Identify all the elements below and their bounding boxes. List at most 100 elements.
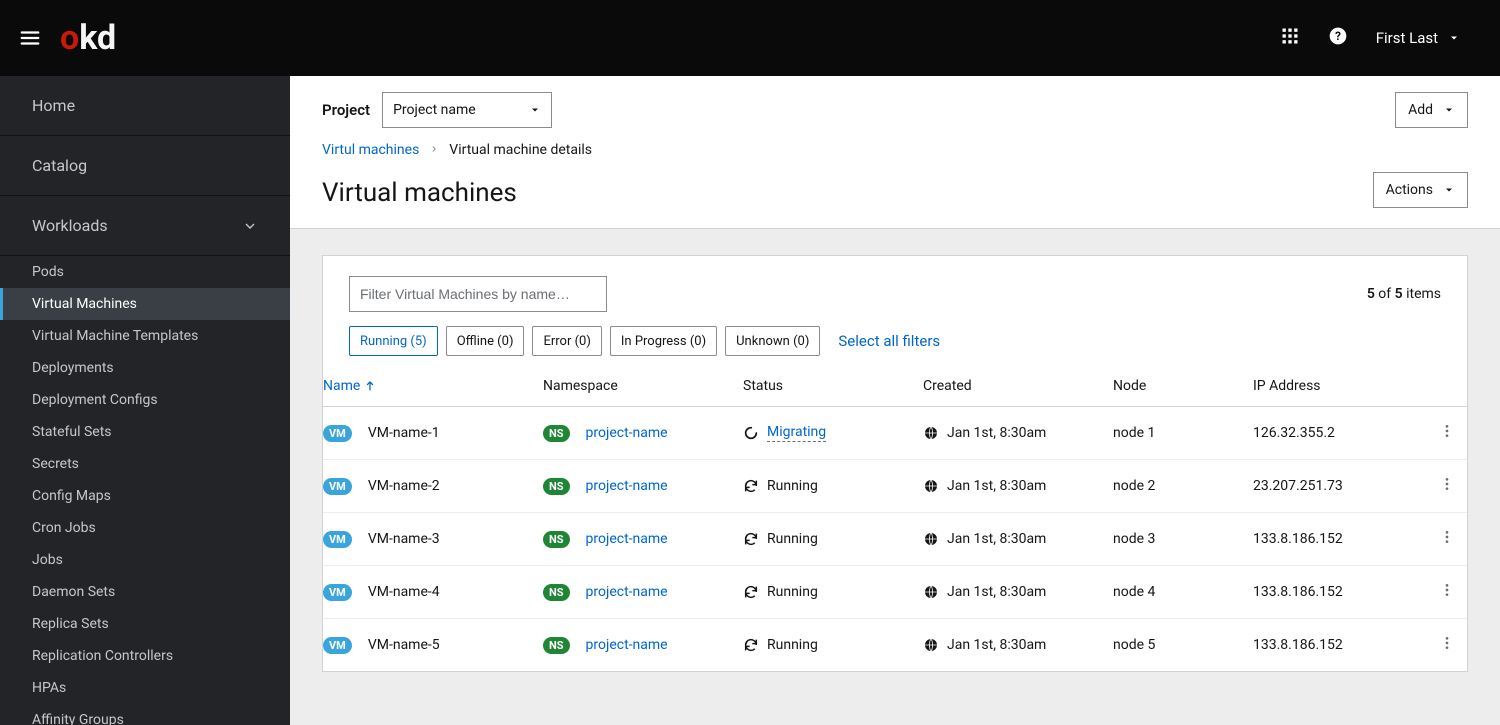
card-header: 5 of 5 items Running (5)Offline (0)Error… [323,256,1467,368]
globe-icon [923,425,939,441]
kebab-icon [1439,476,1455,492]
kebab-icon [1439,529,1455,545]
created-text: Jan 1st, 8:30am [947,637,1046,653]
page-title: Virtual machines [322,178,517,208]
count-current: 5 [1367,286,1375,302]
header-row-1: Project Project name Add [322,92,1468,128]
sidebar-item-affinity-groups[interactable]: Affinity Groups [0,704,290,725]
apps-launcher-button[interactable] [1280,26,1300,50]
sync-icon [743,531,759,547]
filter-chip[interactable]: Offline (0) [446,326,525,356]
filter-input[interactable] [349,276,607,312]
filter-chip[interactable]: Error (0) [532,326,601,356]
sidebar-section-catalog[interactable]: Catalog [0,136,290,196]
sidebar-item-pods[interactable]: Pods [0,256,290,288]
sidebar-section-workloads[interactable]: Workloads [0,196,290,256]
sync-icon [743,584,759,600]
brand-logo[interactable]: okd [60,18,116,58]
node-text: node 5 [1113,637,1155,653]
sidebar-item-hpas[interactable]: HPAs [0,672,290,704]
sidebar-item-jobs[interactable]: Jobs [0,544,290,576]
namespace-link[interactable]: project-name [586,584,668,600]
kebab-icon [1439,582,1455,598]
vm-list-card: 5 of 5 items Running (5)Offline (0)Error… [322,255,1468,672]
breadcrumb: Virtul machines Virtual machine details [322,142,1468,158]
th-created[interactable]: Created [923,368,1113,407]
namespace-link[interactable]: project-name [586,425,668,441]
namespace-link[interactable]: project-name [586,531,668,547]
sidebar-item-stateful-sets[interactable]: Stateful Sets [0,416,290,448]
vm-badge: VM [323,425,352,442]
sidebar-item-replica-sets[interactable]: Replica Sets [0,608,290,640]
th-status[interactable]: Status [743,368,923,407]
main: Project Project name Add Virtul machines… [290,76,1500,725]
help-icon: ? [1328,26,1348,46]
add-button-label: Add [1408,102,1433,118]
ns-badge: NS [543,584,570,601]
th-namespace[interactable]: Namespace [543,368,743,407]
hamburger-button[interactable] [0,27,60,49]
actions-button[interactable]: Actions [1373,172,1468,208]
namespace-link[interactable]: project-name [586,478,668,494]
vm-name[interactable]: VM-name-5 [368,637,440,653]
brand-letter-o: o [60,18,79,58]
filter-chip[interactable]: Running (5) [349,326,438,356]
chevron-down-icon [242,218,258,234]
node-text: node 1 [1113,425,1155,441]
topbar-right: ? First Last [1280,26,1500,50]
th-node[interactable]: Node [1113,368,1253,407]
sidebar-item-cron-jobs[interactable]: Cron Jobs [0,512,290,544]
sidebar-item-replication-controllers[interactable]: Replication Controllers [0,640,290,672]
row-actions-kebab[interactable] [1439,476,1455,492]
sidebar-item-virtual-machine-templates[interactable]: Virtual Machine Templates [0,320,290,352]
namespace-link[interactable]: project-name [586,637,668,653]
status-text: Running [767,584,818,600]
sidebar-item-deployment-configs[interactable]: Deployment Configs [0,384,290,416]
select-all-filters-link[interactable]: Select all filters [838,332,940,350]
vm-name[interactable]: VM-name-2 [368,478,440,494]
content-wrap: 5 of 5 items Running (5)Offline (0)Error… [290,229,1500,698]
globe-icon [923,531,939,547]
sidebar-item-config-maps[interactable]: Config Maps [0,480,290,512]
row-actions-kebab[interactable] [1439,423,1455,439]
globe-icon [923,584,939,600]
created-text: Jan 1st, 8:30am [947,478,1046,494]
vm-name[interactable]: VM-name-3 [368,531,440,547]
user-menu[interactable]: First Last [1376,29,1460,47]
created-text: Jan 1st, 8:30am [947,584,1046,600]
table-row: VMVM-name-5NSproject-nameRunningJan 1st,… [323,619,1467,672]
project-label: Project [322,101,370,119]
sidebar-item-deployments[interactable]: Deployments [0,352,290,384]
body-row: Home Catalog Workloads PodsVirtual Machi… [0,76,1500,725]
ip-text: 23.207.251.73 [1253,478,1343,494]
vm-name[interactable]: VM-name-1 [368,425,440,441]
help-button[interactable]: ? [1328,26,1348,50]
grid-icon [1280,26,1300,46]
breadcrumb-current: Virtual machine details [449,142,592,158]
sync-icon [743,637,759,653]
sidebar-item-virtual-machines[interactable]: Virtual Machines [0,288,290,320]
filter-chip[interactable]: In Progress (0) [610,326,717,356]
sidebar-section-home[interactable]: Home [0,76,290,136]
vm-name[interactable]: VM-name-4 [368,584,440,600]
th-name[interactable]: Name [323,368,543,407]
spinner-icon [743,425,759,441]
sidebar-workloads-subnav: PodsVirtual MachinesVirtual Machine Temp… [0,256,290,725]
add-button[interactable]: Add [1395,92,1468,128]
row-actions-kebab[interactable] [1439,529,1455,545]
row-actions-kebab[interactable] [1439,635,1455,651]
kebab-icon [1439,423,1455,439]
sidebar-item-daemon-sets[interactable]: Daemon Sets [0,576,290,608]
breadcrumb-link[interactable]: Virtul machines [322,142,419,158]
kebab-icon [1439,635,1455,651]
chevron-right-icon [429,142,439,158]
sidebar-item-secrets[interactable]: Secrets [0,448,290,480]
svg-text:?: ? [1335,29,1341,43]
project-selector[interactable]: Project name [382,92,552,128]
vm-badge: VM [323,584,352,601]
th-ip[interactable]: IP Address [1253,368,1427,407]
vm-badge: VM [323,637,352,654]
status-text[interactable]: Migrating [767,424,826,442]
filter-chip[interactable]: Unknown (0) [725,326,820,356]
row-actions-kebab[interactable] [1439,582,1455,598]
